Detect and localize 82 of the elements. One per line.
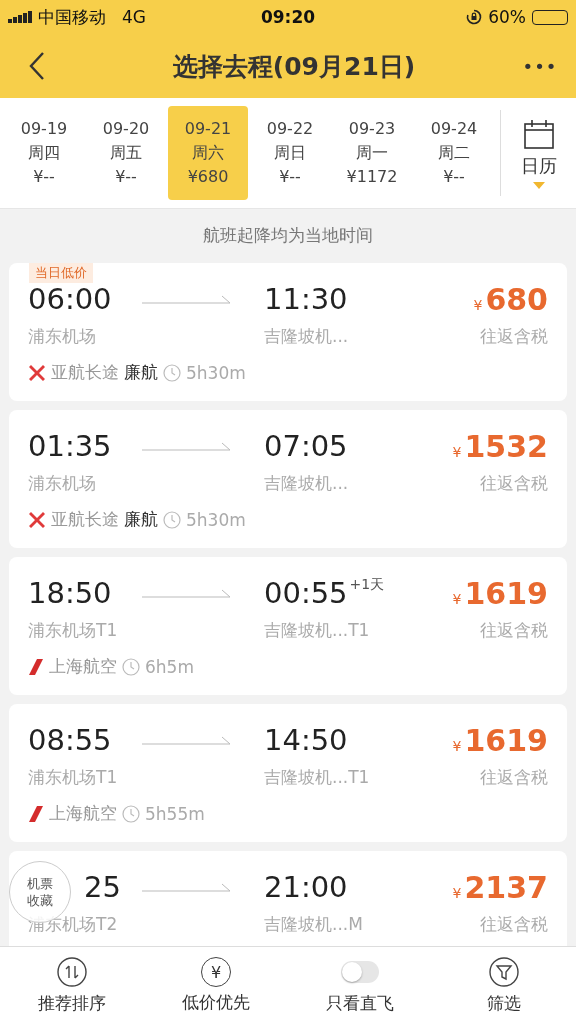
arrival-time: 07:05 [264, 429, 348, 463]
battery-percent: 60% [488, 7, 526, 27]
signal-icon [8, 11, 32, 23]
toolbar-button[interactable]: 只看直飞 [300, 956, 420, 1015]
next-day-mark: +1天 [349, 576, 385, 594]
price-note: 往返含税 [480, 618, 548, 642]
flight-duration: 5h55m [145, 803, 205, 824]
low-price-badge: 当日低价 [29, 263, 93, 283]
arrival-time: 00:55 [264, 576, 348, 610]
arrival-airport: 吉隆坡机... [264, 324, 349, 348]
filter-icon [488, 956, 520, 988]
currency-sign: ¥ [452, 884, 462, 901]
date-tab[interactable]: 09-24 周二 ¥-- [414, 106, 494, 200]
departure-time: 08:55 [28, 723, 113, 757]
flight-duration: 6h5m [145, 656, 194, 677]
flight-card[interactable]: 当日低价 06:00 11:30 ¥680 浦东机场 吉隆坡机... 往返含税 亚航长途 廉航 5h30m [9, 263, 567, 401]
flight-card[interactable]: 08:55 14:50 ¥1619 浦东机场T1 吉隆坡机...T1 往返含税 上海航空 5h55m [9, 704, 567, 842]
departure-time: 18:50 [28, 576, 113, 610]
arrival-airport: 吉隆坡机...T1 [264, 765, 370, 789]
clock-icon [122, 804, 140, 823]
network-type: 4G [122, 7, 146, 27]
arrival-airport: 吉隆坡机...M [264, 912, 363, 936]
date-tab[interactable]: 09-20 周五 ¥-- [86, 106, 166, 200]
airline-logo-icon [28, 363, 46, 382]
price-note: 往返含税 [480, 912, 548, 936]
price-note: 往返含税 [480, 324, 548, 348]
flight-duration: 5h30m [186, 362, 246, 383]
low-cost-tag: 廉航 [124, 361, 158, 384]
departure-time: 01:35 [28, 429, 113, 463]
flight-card[interactable]: 01:35 07:05 ¥1532 浦东机场 吉隆坡机... 往返含税 亚航长途 廉航 5h30m [9, 410, 567, 548]
price: 680 [485, 281, 548, 317]
clock-icon [163, 363, 181, 382]
calendar-icon [522, 117, 555, 150]
low-cost-tag: 廉航 [124, 508, 158, 531]
price: 1619 [464, 722, 548, 758]
currency-sign: ¥ [452, 443, 462, 460]
price-note: 往返含税 [480, 765, 548, 789]
dropdown-triangle-icon [532, 181, 545, 189]
airline-logo-icon [28, 510, 46, 529]
arrival-airport: 吉隆坡机... [264, 471, 349, 495]
flight-duration: 5h30m [186, 509, 246, 530]
price: 1619 [464, 575, 548, 611]
rotation-lock-icon [466, 9, 483, 25]
arrival-airport: 吉隆坡机...T1 [264, 618, 370, 642]
airline-name: 上海航空 [49, 655, 117, 678]
price: 2137 [464, 869, 548, 905]
page-title: 选择去程(09月21日) [172, 50, 416, 83]
departure-airport: 浦东机场T1 [28, 618, 119, 642]
toolbar-button[interactable]: 推荐排序 [12, 956, 132, 1015]
carrier-name: 中国移动 [38, 5, 106, 29]
price: 1532 [464, 428, 548, 464]
airline-logo-icon [28, 657, 44, 676]
currency-sign: ¥ [473, 296, 483, 313]
departure-time: 06:00 [28, 282, 113, 316]
date-tab[interactable]: 09-21 周六 ¥680 [168, 106, 248, 200]
clock-icon [122, 657, 140, 676]
departure-airport: 浦东机场 [28, 471, 97, 495]
price-note: 往返含税 [480, 471, 548, 495]
more-button[interactable]: ••• [520, 55, 560, 77]
currency-sign: ¥ [452, 590, 462, 607]
departure-airport: 浦东机场 [28, 324, 97, 348]
date-tab[interactable]: 09-23 周一 ¥1172 [332, 106, 412, 200]
airline-name: 亚航长途 [51, 361, 119, 384]
airline-name: 亚航长途 [51, 508, 119, 531]
airline-name: 上海航空 [49, 802, 117, 825]
currency-sign: ¥ [452, 737, 462, 754]
arrival-time: 21:00 [264, 870, 348, 904]
toolbar-button[interactable]: 筛选 [444, 956, 564, 1015]
date-tab[interactable]: 09-19 周四 ¥-- [4, 106, 84, 200]
clock-time: 09:20 [260, 7, 316, 27]
arrival-time: 11:30 [264, 282, 348, 316]
sort-icon [56, 956, 88, 988]
battery-icon [532, 9, 568, 25]
toolbar-button[interactable]: ¥ 低价优先 [156, 957, 276, 1014]
calendar-button[interactable]: 日历 [500, 110, 576, 196]
arrival-time: 14:50 [264, 723, 348, 757]
clock-icon [163, 510, 181, 529]
airline-logo-icon [28, 804, 44, 823]
departure-airport: 浦东机场T1 [28, 765, 119, 789]
local-time-notice: 航班起降均为当地时间 [202, 223, 374, 247]
date-tab[interactable]: 09-22 周日 ¥-- [250, 106, 330, 200]
departure-time: 25 [84, 870, 122, 904]
